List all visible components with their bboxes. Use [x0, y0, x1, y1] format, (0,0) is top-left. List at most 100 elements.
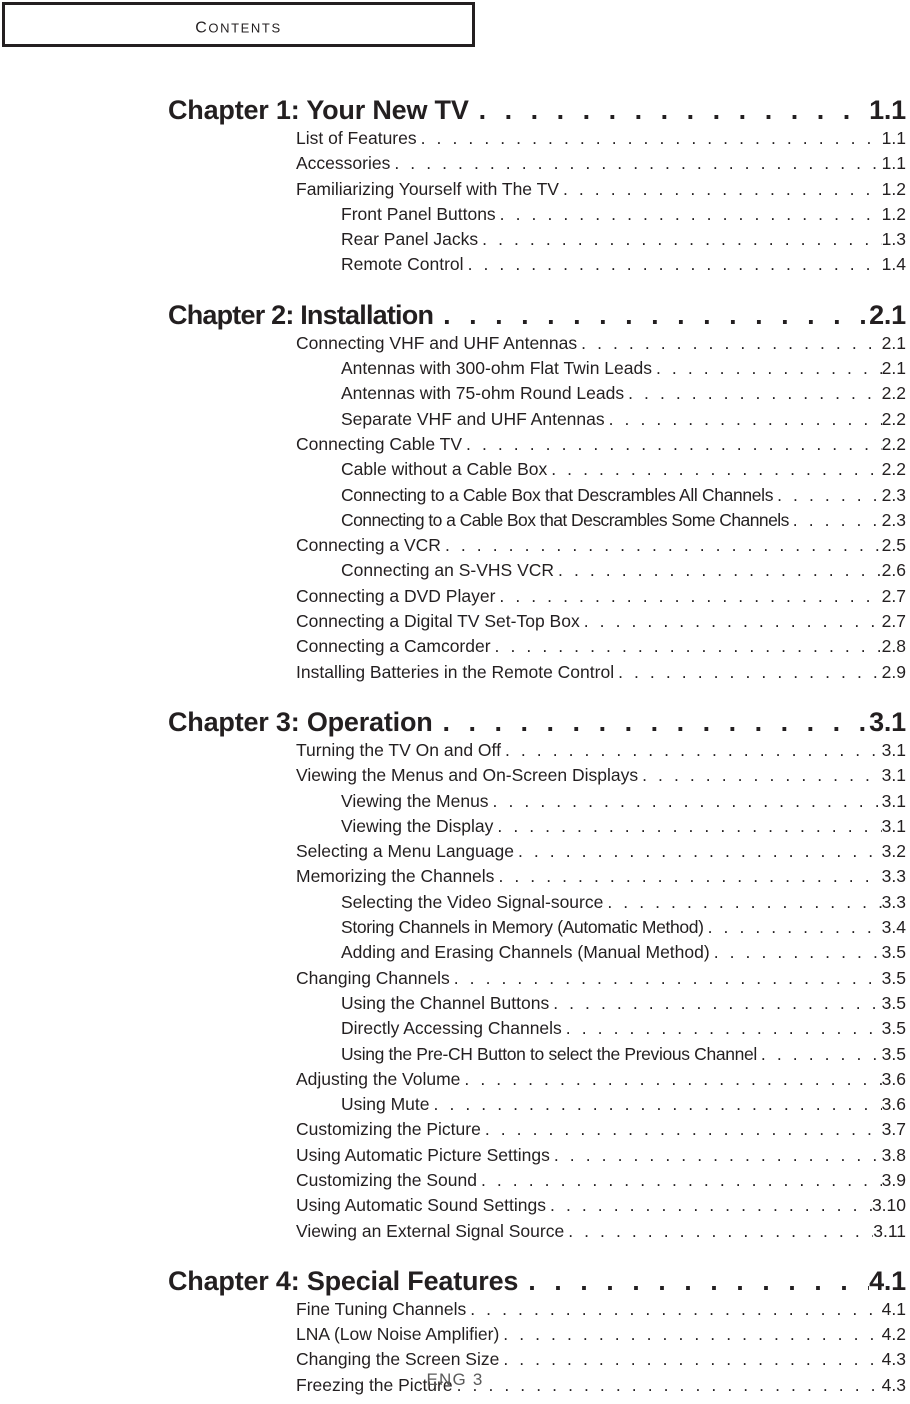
chapter-page-number: 3.1	[869, 706, 906, 737]
leader-dots: . . . . . . . . . . . . . . . . . . . . …	[553, 992, 881, 1013]
leader-dots: . . . . . . . . . . . . . . . . . . . . …	[713, 942, 882, 963]
leader-dots: . . . . . . . . . . . . . . . . . . . . …	[551, 459, 881, 480]
leader-dots: . . . . . . . . . . . . . . . . . . . . …	[484, 1119, 882, 1140]
toc-entry-level-1[interactable]: Fine Tuning Channels. . . . . . . . . . …	[296, 1297, 906, 1322]
toc-entry-page-number: 2.3	[881, 484, 906, 505]
toc-entry-level-1[interactable]: List of Features. . . . . . . . . . . . …	[296, 126, 906, 151]
toc-entry-title: Adjusting the Volume	[296, 1068, 461, 1089]
toc-entry-level-2[interactable]: Using Mute. . . . . . . . . . . . . . . …	[341, 1092, 906, 1117]
toc-entry-page-number: 4.1	[881, 1298, 906, 1319]
chapter-heading[interactable]: Chapter 4: Special Features . . . . . . .…	[168, 1266, 906, 1297]
toc-entry-page-number: 1.4	[881, 254, 906, 275]
chapter-heading[interactable]: Chapter 3: Operation . . . . . . . . . . …	[168, 707, 906, 738]
toc-entry-page-number: 2.2	[881, 383, 906, 404]
leader-dots: . . . . . . . . . . . . . . . . . . . . …	[442, 706, 870, 737]
leader-dots: . . . . . . . . . . . . . . . . . . . . …	[707, 917, 882, 938]
toc-entry-level-1[interactable]: Using Automatic Picture Settings. . . . …	[296, 1143, 906, 1168]
toc-entry-level-2[interactable]: Separate VHF and UHF Antennas. . . . . .…	[341, 407, 906, 432]
toc-entry-level-2[interactable]: Antennas with 75-ohm Round Leads. . . . …	[341, 381, 906, 406]
toc-entry-page-number: 3.5	[881, 942, 906, 963]
toc-entry-page-number: 1.2	[881, 178, 906, 199]
leader-dots: . . . . . . . . . . . . . . . . . . . . …	[792, 509, 882, 530]
leader-dots: . . . . . . . . . . . . . . . . . . . . …	[760, 1043, 882, 1064]
toc-entry-level-2[interactable]: Viewing the Display. . . . . . . . . . .…	[341, 814, 906, 839]
chapter-block: Chapter 2: Installation . . . . . . . . .…	[0, 300, 910, 685]
toc-entry-title: Rear Panel Jacks	[341, 229, 479, 250]
toc-entry-title: Selecting the Video Signal-source	[341, 891, 604, 912]
toc-entry-title: Separate VHF and UHF Antennas	[341, 408, 605, 429]
toc-entry-level-1[interactable]: Using Automatic Sound Settings. . . . . …	[296, 1193, 906, 1218]
toc-entry-level-2[interactable]: Selecting the Video Signal-source. . . .…	[341, 890, 906, 915]
toc-entry-page-number: 2.9	[881, 661, 906, 682]
toc-entry-level-1[interactable]: Selecting a Menu Language. . . . . . . .…	[296, 839, 906, 864]
leader-dots: . . . . . . . . . . . . . . . . . . . . …	[470, 1298, 881, 1319]
toc-entry-level-1[interactable]: Connecting a VCR. . . . . . . . . . . . …	[296, 533, 906, 558]
leader-dots: . . . . . . . . . . . . . . . . . . . . …	[467, 254, 882, 275]
toc-entry-level-2[interactable]: Directly Accessing Channels. . . . . . .…	[341, 1016, 906, 1041]
toc-entry-level-1[interactable]: LNA (Low Noise Amplifier). . . . . . . .…	[296, 1322, 906, 1347]
toc-entry-level-1[interactable]: Accessories. . . . . . . . . . . . . . .…	[296, 151, 906, 176]
toc-entry-title: Viewing the Menus and On-Screen Displays	[296, 765, 639, 786]
toc-entry-level-1[interactable]: Installing Batteries in the Remote Contr…	[296, 660, 906, 685]
toc-entry-level-1[interactable]: Connecting a DVD Player. . . . . . . . .…	[296, 584, 906, 609]
toc-entry-level-2[interactable]: Antennas with 300-ohm Flat Twin Leads. .…	[341, 356, 906, 381]
toc-entry-level-1[interactable]: Viewing an External Signal Source. . . .…	[296, 1219, 906, 1244]
toc-entry-level-1[interactable]: Turning the TV On and Off. . . . . . . .…	[296, 738, 906, 763]
toc-entry-level-2[interactable]: Cable without a Cable Box. . . . . . . .…	[341, 457, 906, 482]
leader-dots: . . . . . . . . . . . . . . . . . . . . …	[628, 383, 882, 404]
toc-entry-page-number: 3.2	[881, 841, 906, 862]
leader-dots: . . . . . . . . . . . . . . . . . . . . …	[550, 1195, 872, 1216]
toc-entry-title: Viewing the Display	[341, 815, 494, 836]
leader-dots: . . . . . . . . . . . . . . . . . . . . …	[499, 585, 881, 606]
leader-dots: . . . . . . . . . . . . . . . . . . . . …	[466, 433, 882, 454]
toc-entry-level-2[interactable]: Adding and Erasing Channels (Manual Meth…	[341, 940, 906, 965]
toc-entry-page-number: 3.4	[881, 917, 906, 938]
page-title-rest: ONTENTS	[208, 16, 282, 37]
toc-entry-level-2[interactable]: Rear Panel Jacks. . . . . . . . . . . . …	[341, 227, 906, 252]
toc-entry-level-1[interactable]: Connecting VHF and UHF Antennas. . . . .…	[296, 331, 906, 356]
toc-entry-level-1[interactable]: Customizing the Sound. . . . . . . . . .…	[296, 1168, 906, 1193]
toc-entry-level-1[interactable]: Memorizing the Channels. . . . . . . . .…	[296, 864, 906, 889]
toc-entry-level-2[interactable]: Connecting an S-VHS VCR. . . . . . . . .…	[341, 558, 906, 583]
leader-dots: . . . . . . . . . . . . . . . . . . . . …	[565, 1018, 882, 1039]
toc-entry-title: Connecting Cable TV	[296, 433, 463, 454]
toc-entry-level-1[interactable]: Viewing the Menus and On-Screen Displays…	[296, 763, 906, 788]
toc-entry-level-1[interactable]: Connecting a Camcorder. . . . . . . . . …	[296, 634, 906, 659]
toc-entry-page-number: 1.3	[881, 229, 906, 250]
toc-entry-page-number: 3.5	[881, 967, 906, 988]
leader-dots: . . . . . . . . . . . . . . . . . . . . …	[777, 484, 882, 505]
leader-dots: . . . . . . . . . . . . . . . . . . . . …	[558, 560, 882, 581]
toc-entry-title: Accessories	[296, 153, 391, 174]
toc-entry-level-1[interactable]: Familiarizing Yourself with The TV. . . …	[296, 177, 906, 202]
toc-entry-page-number: 3.1	[881, 765, 906, 786]
toc-entry-level-1[interactable]: Connecting Cable TV. . . . . . . . . . .…	[296, 432, 906, 457]
toc-entry-level-1[interactable]: Changing the Screen Size. . . . . . . . …	[296, 1347, 906, 1372]
chapter-heading[interactable]: Chapter 2: Installation . . . . . . . . .…	[168, 300, 906, 331]
toc-entry-level-2[interactable]: Connecting to a Cable Box that Descrambl…	[341, 483, 906, 508]
toc-entry-level-2[interactable]: Front Panel Buttons. . . . . . . . . . .…	[341, 202, 906, 227]
chapter-block: Chapter 1: Your New TV . . . . . . . . . …	[0, 95, 910, 278]
toc-entry-level-1[interactable]: Connecting a Digital TV Set-Top Box. . .…	[296, 609, 906, 634]
toc-entry-level-1[interactable]: Customizing the Picture. . . . . . . . .…	[296, 1117, 906, 1142]
toc-entry-level-2[interactable]: Using the Pre-CH Button to select the Pr…	[341, 1042, 906, 1067]
leader-dots: . . . . . . . . . . . . . . . . . . . . …	[499, 203, 882, 224]
toc-entry-page-number: 3.5	[881, 1018, 906, 1039]
chapter-page-number: 1.1	[869, 95, 906, 125]
toc-entry-page-number: 3.11	[873, 1220, 906, 1241]
chapter-heading[interactable]: Chapter 1: Your New TV . . . . . . . . . …	[168, 95, 906, 126]
leader-dots: . . . . . . . . . . . . . . . . . . . . …	[498, 866, 881, 887]
toc-entry-level-2[interactable]: Using the Channel Buttons. . . . . . . .…	[341, 991, 906, 1016]
toc-entry-level-2[interactable]: Connecting to a Cable Box that Descrambl…	[341, 508, 906, 533]
toc-entry-title: Remote Control	[341, 254, 464, 275]
toc-entry-title: Changing the Screen Size	[296, 1349, 500, 1370]
leader-dots: . . . . . . . . . . . . . . . . . . . . …	[482, 229, 882, 250]
toc-entry-level-1[interactable]: Changing Channels. . . . . . . . . . . .…	[296, 966, 906, 991]
toc-entry-level-2[interactable]: Storing Channels in Memory (Automatic Me…	[341, 915, 906, 940]
page-title-lead: C	[195, 11, 209, 37]
toc-entry-level-2[interactable]: Remote Control. . . . . . . . . . . . . …	[341, 252, 906, 277]
toc-entry-level-1[interactable]: Adjusting the Volume. . . . . . . . . . …	[296, 1067, 906, 1092]
toc-entry-title: Viewing the Menus	[341, 790, 489, 811]
leader-dots: . . . . . . . . . . . . . . . . . . . . …	[618, 661, 882, 682]
toc-entry-title: Using the Pre-CH Button to select the Pr…	[341, 1043, 757, 1064]
toc-entry-level-2[interactable]: Viewing the Menus. . . . . . . . . . . .…	[341, 789, 906, 814]
